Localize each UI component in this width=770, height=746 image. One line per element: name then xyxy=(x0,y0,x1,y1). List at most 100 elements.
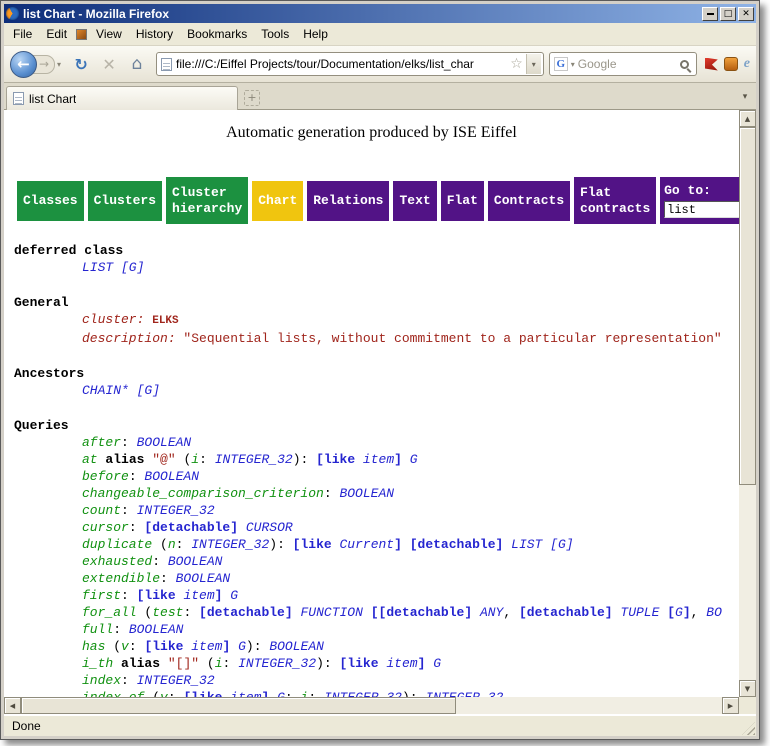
nav-button-clusters[interactable]: Clusters xyxy=(88,181,162,221)
code-token: at xyxy=(82,452,98,467)
nav-button-flat[interactable]: Flat xyxy=(441,181,484,221)
vertical-scrollbar[interactable]: ▲ ▼ xyxy=(739,110,756,697)
code-token: ] xyxy=(394,452,402,467)
code-line: extendible: BOOLEAN xyxy=(14,570,739,587)
nav-button-classes[interactable]: Classes xyxy=(17,181,84,221)
close-button[interactable]: ✕ xyxy=(738,7,754,21)
tab-page-icon xyxy=(13,92,24,105)
back-button[interactable]: ← xyxy=(10,51,37,78)
eiffel-chart-body: deferred classLIST [G]Generalcluster: EL… xyxy=(14,242,739,697)
new-tab-button[interactable]: + xyxy=(244,90,260,106)
horizontal-scrollbar[interactable]: ◀ ▶ xyxy=(4,697,739,714)
menu-help[interactable]: Help xyxy=(296,25,335,43)
code-token: v xyxy=(160,690,168,697)
menu-tools[interactable]: Tools xyxy=(254,25,296,43)
stop-button[interactable]: ✕ xyxy=(98,53,120,75)
code-token: : xyxy=(324,486,340,501)
menu-edit[interactable]: Edit xyxy=(39,25,74,43)
section-heading: Queries xyxy=(14,417,739,434)
code-token: [detachable] xyxy=(519,605,613,620)
scroll-down-arrow[interactable]: ▼ xyxy=(739,680,756,697)
code-token xyxy=(402,452,410,467)
tab-list-chart[interactable]: list Chart xyxy=(6,86,238,110)
tab-list-dropdown-button[interactable]: ▾ xyxy=(736,88,754,106)
code-token: G xyxy=(410,452,418,467)
code-token: , xyxy=(503,605,519,620)
home-button[interactable]: ⌂ xyxy=(126,53,148,75)
search-bar[interactable]: G ▾ Google xyxy=(549,52,697,76)
code-token: alias xyxy=(121,656,160,671)
code-token xyxy=(269,690,277,697)
code-line: has (v: [like item] G): BOOLEAN xyxy=(14,638,739,655)
code-token xyxy=(238,520,246,535)
search-input[interactable]: Google xyxy=(578,57,680,71)
reload-button[interactable]: ↻ xyxy=(70,53,92,75)
url-history-dropdown-button[interactable]: ▾ xyxy=(526,54,541,74)
extension-icon-ie[interactable]: e xyxy=(744,56,750,72)
code-token: item xyxy=(386,656,417,671)
goto-label: Go to: xyxy=(664,183,711,199)
extension-icon-red[interactable] xyxy=(705,58,718,71)
code-token: ( xyxy=(199,656,215,671)
resize-grip[interactable] xyxy=(742,722,755,735)
code-token: ): xyxy=(316,656,339,671)
nav-button-contracts[interactable]: Contracts xyxy=(488,181,570,221)
firefox-icon xyxy=(6,7,19,20)
minimize-icon xyxy=(707,13,714,15)
chart-section: deferred classLIST [G] xyxy=(14,242,739,276)
nav-button-relations[interactable]: Relations xyxy=(307,181,389,221)
goto-box: Go to: xyxy=(660,177,739,224)
chart-section: AncestorsCHAIN* [G] xyxy=(14,365,739,399)
nav-button-cluster-hierarchy[interactable]: Cluster hierarchy xyxy=(166,177,248,224)
section-heading: deferred class xyxy=(14,242,739,259)
document-page: Automatic generation produced by ISE Eif… xyxy=(4,110,739,697)
nav-button-chart[interactable]: Chart xyxy=(252,181,303,221)
minimize-button[interactable] xyxy=(702,7,718,21)
menu-file[interactable]: File xyxy=(6,25,39,43)
vertical-scroll-thumb[interactable] xyxy=(739,127,756,485)
url-bar[interactable]: file:///C:/Eiffel Projects/tour/Document… xyxy=(156,52,544,76)
bookmark-star-icon[interactable]: ☆ xyxy=(507,56,526,72)
maximize-button[interactable]: □ xyxy=(720,7,736,21)
code-token: i xyxy=(191,452,199,467)
horizontal-scroll-thumb[interactable] xyxy=(21,697,456,714)
menu-history[interactable]: History xyxy=(129,25,180,43)
extension-icon-orange[interactable] xyxy=(724,57,738,71)
menu-bookmarks[interactable]: Bookmarks xyxy=(180,25,254,43)
tab-bar: list Chart + ▾ xyxy=(4,83,756,110)
code-token: changeable_comparison_criterion xyxy=(82,486,324,501)
search-engine-dropdown-icon[interactable]: ▾ xyxy=(568,60,578,69)
code-line: CHAIN* [G] xyxy=(14,382,739,399)
code-line: after: BOOLEAN xyxy=(14,434,739,451)
google-engine-icon[interactable]: G xyxy=(554,57,568,71)
code-token: ] xyxy=(394,537,402,552)
code-line: duplicate (n: INTEGER_32): [like Current… xyxy=(14,536,739,553)
search-magnifier-icon[interactable] xyxy=(680,60,689,69)
scroll-up-arrow[interactable]: ▲ xyxy=(739,110,756,127)
code-token: [like xyxy=(340,656,387,671)
code-line: cluster: ELKS xyxy=(14,311,739,330)
code-token: after xyxy=(82,435,121,450)
scroll-right-arrow[interactable]: ▶ xyxy=(722,697,739,714)
menu-extension-icon[interactable] xyxy=(76,29,87,40)
url-input[interactable]: file:///C:/Eiffel Projects/tour/Document… xyxy=(172,57,507,71)
nav-button-flat-contracts[interactable]: Flat contracts xyxy=(574,177,656,224)
code-token: BOOLEAN xyxy=(168,554,223,569)
code-token: G xyxy=(230,588,238,603)
history-dropdown-icon[interactable]: ▾ xyxy=(57,60,61,69)
code-token: ): xyxy=(402,690,425,697)
code-token: BOOLEAN xyxy=(144,469,199,484)
code-token: : xyxy=(160,571,176,586)
code-token: ( xyxy=(137,605,153,620)
menu-view[interactable]: View xyxy=(89,25,129,43)
code-token: count xyxy=(82,503,121,518)
scroll-left-arrow[interactable]: ◀ xyxy=(4,697,21,714)
nav-button-text[interactable]: Text xyxy=(393,181,436,221)
window-titlebar[interactable]: list Chart - Mozilla Firefox □ ✕ xyxy=(4,4,756,23)
code-token: : xyxy=(121,435,137,450)
code-token: has xyxy=(82,639,105,654)
code-token: G xyxy=(433,656,441,671)
code-token: INTEGER_32 xyxy=(137,673,215,688)
goto-input[interactable] xyxy=(664,201,739,218)
code-token: : xyxy=(308,690,324,697)
